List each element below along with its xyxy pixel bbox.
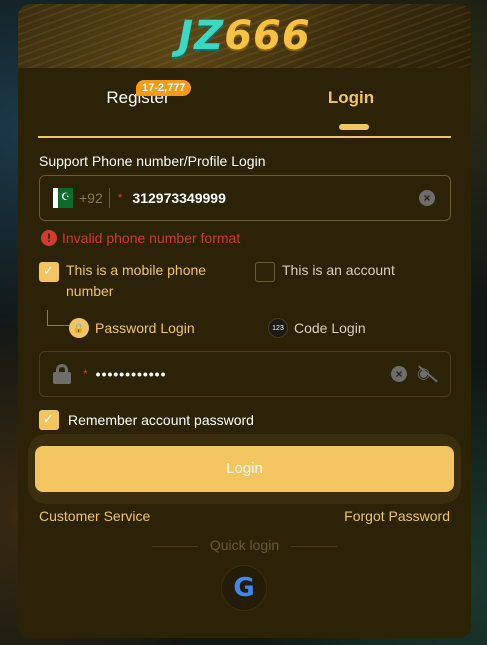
header-banner: JZ666: [18, 4, 471, 68]
account-option-label[interactable]: This is an account: [282, 260, 395, 281]
password-login-option[interactable]: 🔒 Password Login: [69, 318, 195, 338]
error-icon: !: [41, 230, 57, 246]
remember-checkbox[interactable]: [39, 410, 59, 430]
required-marker: *: [83, 367, 88, 381]
mobile-option-label[interactable]: This is a mobile phone number: [66, 260, 226, 302]
lock-icon: [53, 364, 71, 384]
account-checkbox[interactable]: [255, 262, 275, 282]
code-login-label: Code Login: [294, 320, 366, 336]
customer-service-link[interactable]: Customer Service: [39, 508, 150, 524]
tree-connector: [47, 310, 69, 326]
logo-part-1: JZ: [178, 13, 225, 59]
password-input-field[interactable]: * •••••••••••• × ◉: [39, 351, 451, 397]
login-button[interactable]: Login: [35, 446, 454, 492]
pakistan-flag-icon[interactable]: ☪: [53, 188, 73, 208]
quick-login-label: Quick login: [209, 537, 280, 553]
google-icon: G: [233, 573, 255, 603]
forgot-password-link[interactable]: Forgot Password: [344, 508, 450, 524]
error-text: Invalid phone number format: [62, 230, 241, 246]
section-label: Support Phone number/Profile Login: [39, 153, 266, 169]
password-input[interactable]: ••••••••••••: [96, 366, 391, 382]
quick-login-divider: Quick login: [18, 537, 471, 553]
divider: [108, 188, 110, 208]
phone-input-field[interactable]: ☪ +92 * 312973349999 ×: [39, 175, 451, 221]
code-123-icon: 123: [268, 318, 288, 338]
clear-icon[interactable]: ×: [391, 366, 407, 382]
register-badge: 17-2,777: [136, 80, 192, 96]
active-tab-indicator: [339, 124, 369, 130]
tab-login[interactable]: Login: [251, 88, 451, 108]
code-login-option[interactable]: 123 Code Login: [268, 318, 366, 338]
phone-input[interactable]: 312973349999: [132, 190, 419, 206]
google-login-button[interactable]: G: [221, 565, 267, 611]
mobile-checkbox[interactable]: [39, 262, 59, 282]
logo-part-2: 666: [224, 13, 311, 59]
country-code[interactable]: +92: [79, 190, 103, 206]
required-marker: *: [117, 191, 123, 205]
login-modal: JZ666 Register 17-2,777 Login Support Ph…: [18, 4, 471, 638]
auth-tabs: Register 17-2,777 Login: [38, 68, 451, 138]
clear-icon[interactable]: ×: [419, 190, 435, 206]
remember-label[interactable]: Remember account password: [68, 410, 254, 431]
eye-hidden-icon[interactable]: ◉: [417, 366, 437, 382]
brand-logo: JZ666: [178, 16, 310, 56]
password-login-label: Password Login: [95, 320, 195, 336]
error-message: ! Invalid phone number format: [41, 230, 240, 246]
lock-small-icon: 🔒: [69, 318, 89, 338]
